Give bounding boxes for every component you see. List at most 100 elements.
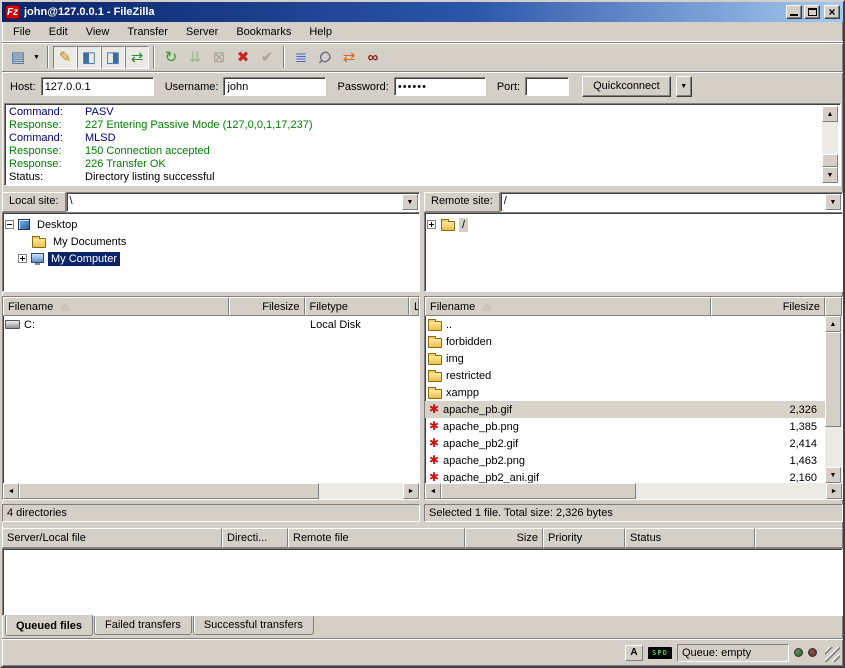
column-header-filesize[interactable]: Filesize [711,297,825,316]
transfer-type-indicator-icon[interactable]: A [625,645,643,661]
column-header-size[interactable]: Size [465,528,543,548]
file-row[interactable]: apache_pb.png1,385 [425,418,825,435]
column-header-server-local-file[interactable]: Server/Local file [2,528,222,548]
scrollbar-thumb[interactable] [19,483,319,499]
scrollbar-thumb[interactable] [822,154,838,167]
tree-item-my-computer[interactable]: My Computer [5,250,417,267]
port-input[interactable] [525,77,569,96]
file-row-c-drive[interactable]: C: Local Disk [3,316,419,333]
column-header-direction[interactable]: Directi... [222,528,288,548]
column-header-lastmodified[interactable]: L [409,297,419,316]
tree-item-root[interactable]: / [427,216,840,233]
menu-transfer[interactable]: Transfer [118,23,177,41]
reconnect-button[interactable]: ✔ [255,46,279,69]
scroll-right-icon[interactable]: ► [826,483,842,499]
menu-help[interactable]: Help [300,23,341,41]
scroll-left-icon[interactable]: ◄ [425,483,441,499]
file-row[interactable]: apache_pb2.gif2,414 [425,435,825,452]
log-scrollbar[interactable]: ▲ ▼ [822,106,838,183]
menu-file[interactable]: File [4,23,40,41]
column-header-remote-file[interactable]: Remote file [288,528,465,548]
column-header-priority[interactable]: Priority [543,528,625,548]
scroll-left-icon[interactable]: ◄ [3,483,19,499]
file-row[interactable]: restricted [425,367,825,384]
file-row[interactable]: .. [425,316,825,333]
menu-bookmarks[interactable]: Bookmarks [227,23,300,41]
password-input[interactable] [394,77,486,96]
queue-body[interactable] [2,548,843,616]
toggle-remote-treeview-button[interactable]: ◨ [101,46,125,69]
speed-limit-indicator-icon[interactable]: SPD [648,647,672,659]
tab-queued-files[interactable]: Queued files [5,615,93,636]
tab-failed-transfers[interactable]: Failed transfers [94,616,192,635]
local-horizontal-scrollbar[interactable]: ◄ ► [3,483,419,499]
tree-label[interactable]: My Documents [50,235,129,249]
quickconnect-dropdown[interactable]: ▼ [676,76,692,97]
file-row-selected[interactable]: apache_pb.gif2,326 [425,401,825,418]
menu-edit[interactable]: Edit [40,23,77,41]
file-row[interactable]: xampp [425,384,825,401]
local-tree[interactable]: Desktop My Documents My Computer [2,212,420,292]
remote-rows[interactable]: .. forbidden img restricted xampp apache… [425,316,825,483]
filter-button[interactable]: ≣ [289,46,313,69]
file-row[interactable]: apache_pb2_ani.gif2,160 [425,469,825,483]
tree-item-desktop[interactable]: Desktop [5,216,417,233]
expand-icon[interactable] [18,254,27,263]
collapse-icon[interactable] [5,220,14,229]
toggle-message-log-button[interactable]: ✎ [53,46,77,69]
cancel-operation-button[interactable]: ⊠ [207,46,231,69]
expand-icon[interactable] [427,220,436,229]
scroll-right-icon[interactable]: ► [403,483,419,499]
minimize-button[interactable] [786,5,802,19]
chevron-down-icon[interactable]: ▼ [825,194,841,210]
file-row[interactable]: forbidden [425,333,825,350]
remote-site-combobox[interactable]: / ▼ [500,192,843,212]
titlebar[interactable]: Fz john@127.0.0.1 - FileZilla × [2,2,843,22]
tab-successful-transfers[interactable]: Successful transfers [193,616,314,635]
tree-item-my-documents[interactable]: My Documents [5,233,417,250]
window-title: john@127.0.0.1 - FileZilla [24,6,786,18]
menu-server[interactable]: Server [177,23,227,41]
directory-comparison-button[interactable]: Ϙ [313,46,337,69]
chevron-down-icon[interactable]: ▼ [402,194,418,210]
disconnect-button[interactable]: ✖ [231,46,255,69]
scrollbar-thumb[interactable] [441,483,636,499]
quickconnect-button[interactable]: Quickconnect [582,76,671,97]
close-button[interactable]: × [824,5,840,19]
column-header-filesize[interactable]: Filesize [229,297,305,316]
local-site-combobox[interactable]: \ ▼ [66,192,420,212]
column-header-status[interactable]: Status [625,528,755,548]
site-manager-dropdown[interactable]: ▼ [30,46,43,69]
file-row[interactable]: apache_pb2.png1,463 [425,452,825,469]
scroll-up-icon[interactable]: ▲ [822,106,838,122]
remote-horizontal-scrollbar[interactable]: ◄ ► [425,483,842,499]
find-button[interactable]: ∞ [361,46,385,69]
host-input[interactable] [41,77,154,96]
message-log[interactable]: Command:PASV Response:227 Entering Passi… [4,103,841,186]
menu-view[interactable]: View [77,23,119,41]
synchronized-browsing-button[interactable]: ⇄ [337,46,361,69]
column-header-filetype[interactable]: Filetype [305,297,410,316]
column-header-filename[interactable]: Filename [3,297,229,316]
scroll-down-icon[interactable]: ▼ [822,167,838,183]
file-row[interactable]: img [425,350,825,367]
username-input[interactable] [223,77,326,96]
process-queue-button[interactable]: ⇊ [183,46,207,69]
column-header-filename[interactable]: Filename [425,297,711,316]
site-manager-button[interactable]: ▤ [6,46,30,69]
resize-grip[interactable] [825,647,840,662]
scroll-up-icon[interactable]: ▲ [825,316,841,332]
remote-tree[interactable]: / [424,212,843,292]
transfer-queue: Server/Local file Directi... Remote file… [2,528,843,638]
tree-label-selected[interactable]: My Computer [48,252,120,266]
tree-label-selected[interactable]: / [459,218,468,232]
scrollbar-thumb[interactable] [825,332,841,427]
local-rows[interactable]: C: Local Disk [3,316,419,483]
tree-label[interactable]: Desktop [34,218,80,232]
maximize-button[interactable] [804,5,820,19]
toggle-local-treeview-button[interactable]: ◧ [77,46,101,69]
refresh-button[interactable]: ↻ [159,46,183,69]
remote-vertical-scrollbar[interactable]: ▲ ▼ [825,316,842,483]
toggle-transfer-queue-button[interactable]: ⇄ [125,46,149,69]
scroll-down-icon[interactable]: ▼ [825,467,841,483]
